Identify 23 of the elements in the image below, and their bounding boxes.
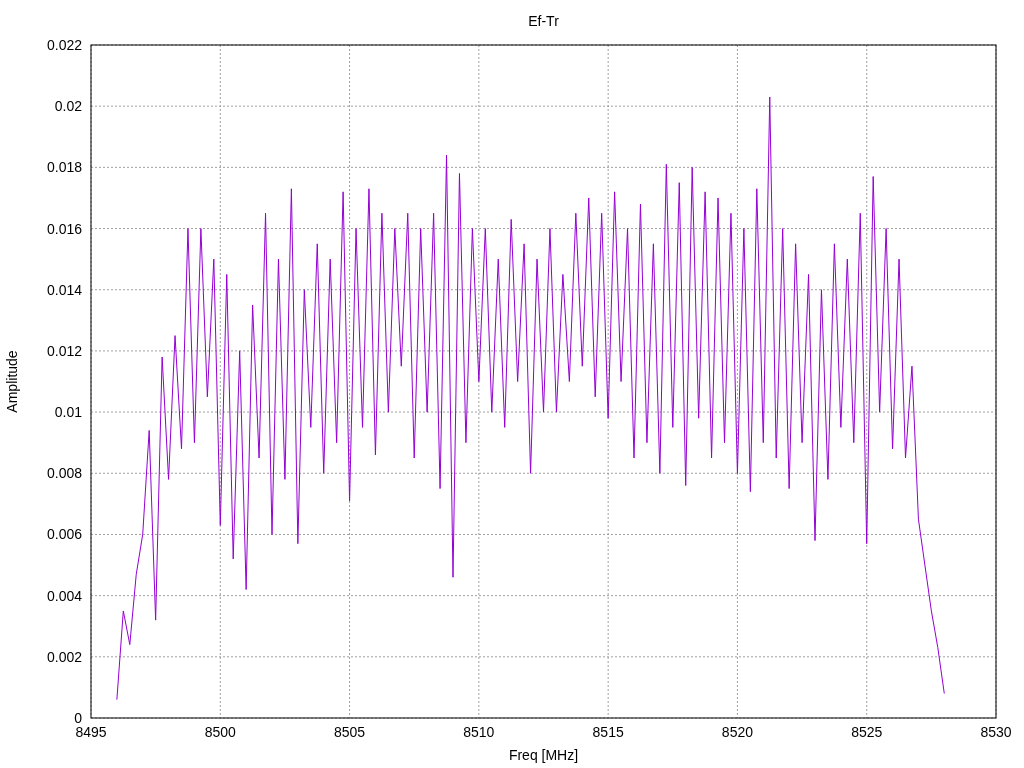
- y-tick-label: 0.004: [46, 587, 82, 604]
- chart-title: Ef-Tr: [528, 13, 559, 29]
- x-tick-label: 8520: [721, 724, 753, 740]
- y-tick-label: 0.008: [46, 465, 82, 482]
- x-tick-label: 8495: [75, 724, 107, 740]
- y-tick-label: 0.006: [46, 526, 82, 543]
- x-tick-label: 8500: [204, 724, 236, 740]
- x-tick-label: 8510: [463, 724, 495, 740]
- x-axis-label: Freq [MHz]: [508, 747, 579, 763]
- x-tick-label: 8530: [980, 724, 1012, 740]
- y-tick-label: 0.014: [46, 281, 82, 298]
- x-tick-label: 8505: [334, 724, 366, 740]
- y-tick-label: 0.012: [46, 342, 82, 359]
- y-tick-label: 0.01: [54, 404, 82, 421]
- y-tick-label: 0: [74, 710, 82, 726]
- x-tick-label: 8525: [851, 724, 883, 740]
- y-tick-label: 0.002: [46, 648, 82, 665]
- y-tick-label: 0.022: [46, 37, 82, 53]
- y-tick-label: 0.016: [46, 220, 82, 237]
- y-tick-label: 0.018: [46, 159, 82, 176]
- x-tick-label: 8515: [592, 724, 624, 740]
- y-tick-label: 0.02: [54, 98, 82, 115]
- y-axis-label: Amplitude: [4, 350, 20, 413]
